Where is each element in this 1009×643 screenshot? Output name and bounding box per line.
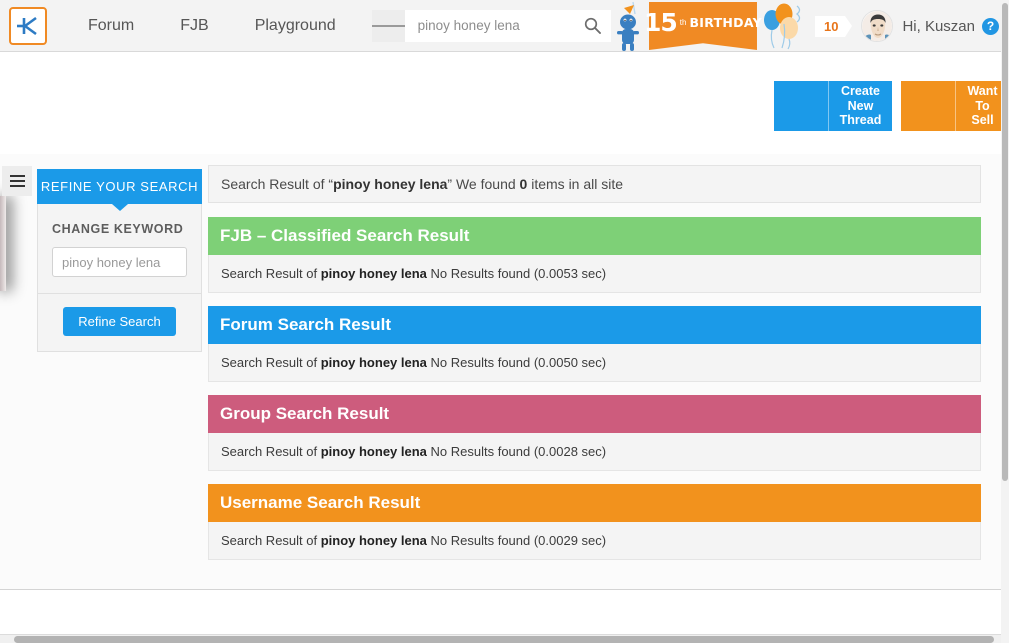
refine-search-button[interactable]: Refine Search: [63, 307, 176, 336]
classified-section-title: FJB – Classified Search Result: [208, 217, 981, 255]
banner-superscript: th: [679, 18, 687, 27]
search-bar: [371, 9, 611, 42]
vertical-scrollbar[interactable]: [1001, 0, 1009, 643]
balloons-icon: [759, 0, 805, 52]
forum-section-body: Search Result of pinoy honey lena No Res…: [208, 344, 981, 382]
vertical-scrollbar-thumb[interactable]: [1002, 3, 1008, 481]
user-greeting[interactable]: Hi, Kuszan: [902, 18, 975, 35]
result-section-classified: FJB – Classified Search Result Search Re…: [208, 217, 981, 293]
offcanvas-bar-2: [9, 180, 25, 182]
group-body-suffix: No Results found (0.0028 sec): [426, 444, 607, 459]
want-to-sell-button[interactable]: Want To Sell: [901, 81, 1009, 131]
change-keyword-input[interactable]: [52, 247, 187, 277]
create-new-thread-button[interactable]: Create New Thread: [774, 81, 892, 131]
filter-bar-1: [371, 24, 383, 27]
group-section-title: Group Search Result: [208, 395, 981, 433]
username-body-prefix: Search Result of: [221, 533, 321, 548]
classified-body-prefix: Search Result of: [221, 266, 321, 281]
notification-count-badge[interactable]: 10: [814, 15, 854, 37]
page-content: REFINE YOUR SEARCH CHANGE KEYWORD Refine…: [0, 154, 1009, 590]
username-section-title: Username Search Result: [208, 484, 981, 522]
filter-bar-2: [382, 24, 394, 27]
change-keyword-label: CHANGE KEYWORD: [52, 222, 184, 236]
result-section-username: Username Search Result Search Result of …: [208, 484, 981, 560]
filter-bar-3: [393, 24, 405, 27]
banner-text-wrap: 15 th BIRTHDAY: [644, 2, 762, 50]
site-logo[interactable]: [9, 6, 47, 45]
new-thread-icon: [774, 81, 828, 131]
nav-link-playground[interactable]: Playground: [232, 17, 359, 35]
create-new-thread-label: Create New Thread: [828, 81, 892, 131]
header-right-cluster: 15 th BIRTHDAY 10 Hi, Kuszan ?: [613, 0, 1009, 52]
group-body-query: pinoy honey lena: [320, 444, 427, 459]
group-body-prefix: Search Result of: [221, 444, 321, 459]
search-field-wrap: [404, 9, 575, 42]
classified-body-suffix: No Results found (0.0053 sec): [426, 266, 607, 281]
refine-search-panel: CHANGE KEYWORD Refine Search: [37, 204, 202, 352]
search-results-column: Search Result of “pinoy honey lena” We f…: [208, 165, 981, 573]
action-buttons-row: Create New Thread Want To Sell: [774, 81, 1009, 131]
forum-body-suffix: No Results found (0.0050 sec): [426, 355, 607, 370]
footer-area: [0, 591, 1009, 635]
summary-suffix: items in all site: [527, 176, 624, 192]
offcanvas-menu-icon[interactable]: [2, 166, 32, 196]
nav-link-fjb[interactable]: FJB: [157, 17, 231, 35]
avatar[interactable]: [861, 10, 894, 42]
refine-your-search-tab[interactable]: REFINE YOUR SEARCH: [37, 169, 202, 204]
result-section-forum: Forum Search Result Search Result of pin…: [208, 306, 981, 382]
help-question-icon[interactable]: ?: [982, 17, 999, 35]
banner-word: BIRTHDAY: [689, 15, 762, 30]
summary-query: pinoy honey lena: [333, 176, 448, 192]
search-input[interactable]: [415, 11, 575, 40]
search-icon[interactable]: [574, 9, 611, 42]
summary-prefix: Search Result of “: [221, 176, 334, 192]
primary-nav: Forum FJB Playground: [65, 17, 359, 35]
horizontal-scrollbar-thumb[interactable]: [14, 636, 994, 643]
offcanvas-panel-edge[interactable]: [0, 196, 6, 291]
refine-button-wrap: Refine Search: [52, 294, 187, 351]
search-summary-banner: Search Result of “pinoy honey lena” We f…: [208, 165, 981, 203]
username-section-body: Search Result of pinoy honey lena No Res…: [208, 522, 981, 560]
mascot-icon: [613, 0, 647, 52]
offcanvas-bar-1: [9, 175, 25, 177]
username-body-query: pinoy honey lena: [320, 533, 427, 548]
banner-number: 15: [643, 8, 678, 37]
group-section-body: Search Result of pinoy honey lena No Res…: [208, 433, 981, 471]
forum-body-query: pinoy honey lena: [320, 355, 427, 370]
result-section-group: Group Search Result Search Result of pin…: [208, 395, 981, 471]
offcanvas-bar-3: [9, 185, 25, 187]
k-logo-icon: [15, 16, 41, 36]
forum-section-title: Forum Search Result: [208, 306, 981, 344]
horizontal-scrollbar[interactable]: [0, 634, 1009, 643]
classified-body-query: pinoy honey lena: [320, 266, 427, 281]
birthday-banner: 15 th BIRTHDAY: [644, 2, 762, 50]
summary-middle: ” We found: [447, 176, 520, 192]
username-body-suffix: No Results found (0.0029 sec): [426, 533, 607, 548]
nav-link-forum[interactable]: Forum: [65, 17, 157, 35]
top-navigation-bar: Forum FJB Playground pinoy honey lena 15…: [0, 0, 1009, 52]
classified-section-body: Search Result of pinoy honey lena No Res…: [208, 255, 981, 293]
refine-search-sidebar: REFINE YOUR SEARCH CHANGE KEYWORD Refine…: [37, 169, 202, 352]
sell-tag-icon: [901, 81, 955, 131]
forum-body-prefix: Search Result of: [221, 355, 321, 370]
hamburger-filter-icon[interactable]: [371, 9, 405, 42]
